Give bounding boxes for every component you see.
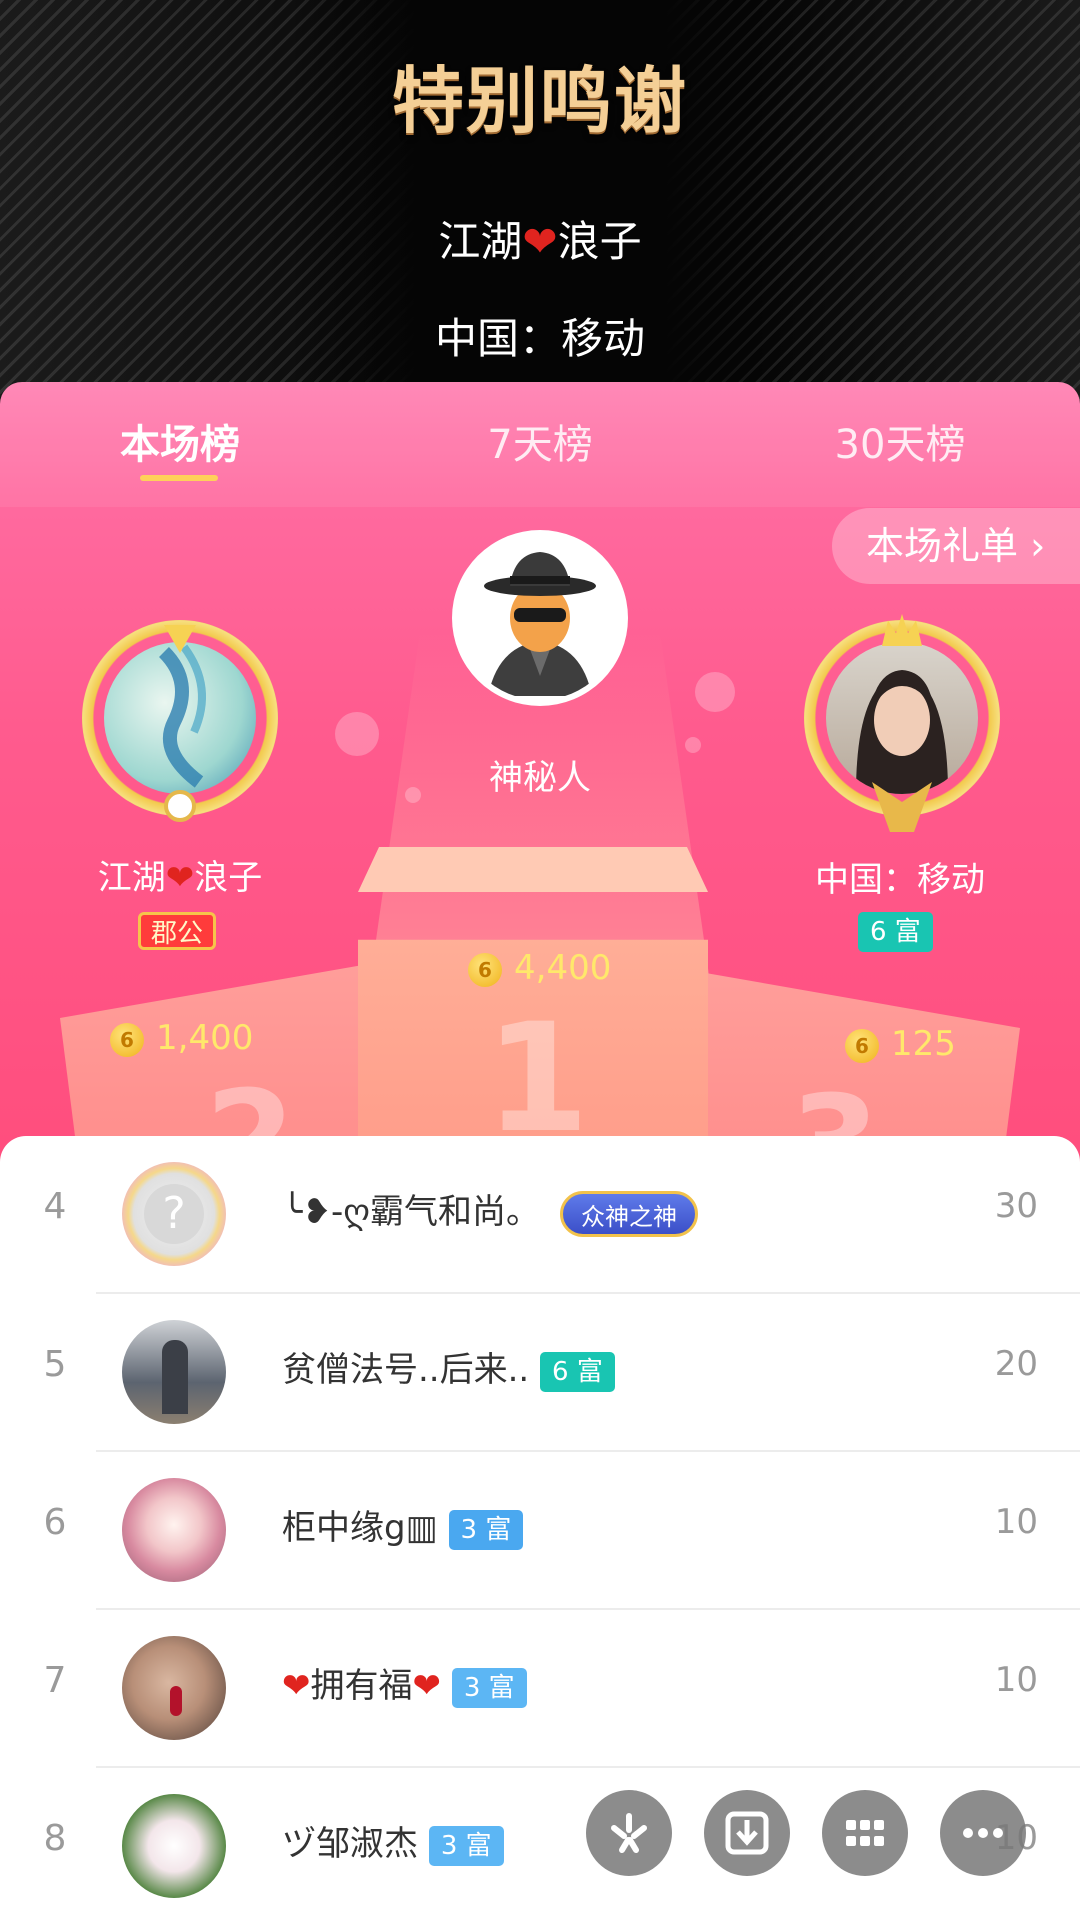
ranking-list: 4 ? ╰❥-ღ霸气和尚。 众神之神 30 5 贫僧法号..后来.. 6 富 20… <box>0 1136 1080 1920</box>
tab-30-days[interactable]: 30天榜 <box>750 412 1050 470</box>
decor-dot <box>695 672 735 712</box>
title-badge-jungong: 郡公 <box>138 912 217 950</box>
avatar-first[interactable] <box>452 530 628 706</box>
list-name: ❤拥有福❤ 3 富 <box>282 1658 527 1708</box>
download-icon <box>725 1811 769 1855</box>
list-item[interactable]: 6 柜中缘g▥ 3 富 10 <box>0 1452 1080 1610</box>
second-place-name: 江湖❤浪子 <box>30 850 330 899</box>
second-place-name-suffix: 浪子 <box>194 858 263 898</box>
list-item[interactable]: 7 ❤拥有福❤ 3 富 10 <box>0 1610 1080 1768</box>
third-place-name: 中国：移动 <box>815 860 985 900</box>
frame-gem-icon <box>164 790 196 822</box>
coin-icon: 6 <box>468 952 502 987</box>
avatar-earring <box>170 1686 182 1716</box>
list-name: 贫僧法号..后来.. 6 富 <box>282 1342 615 1392</box>
coin-icon: 6 <box>845 1028 879 1063</box>
god-badge: 众神之神 <box>559 1190 698 1237</box>
list-name-text: 拥有福 <box>310 1666 413 1706</box>
list-rank: 6 <box>43 1502 67 1543</box>
first-place-score: 6 4,400 <box>468 948 611 988</box>
avatar[interactable]: ? <box>122 1162 226 1266</box>
thanks-user-2: 中国：移动 <box>434 314 645 363</box>
list-name: ヅ邹淑杰 3 富 <box>282 1816 504 1866</box>
avatar-figure <box>162 1340 188 1414</box>
list-rank: 5 <box>43 1344 67 1385</box>
list-rank: 8 <box>43 1818 67 1859</box>
list-name-text: ╰❥-ღ霸气和尚。 <box>282 1192 540 1232</box>
wealth-badge: 3 富 <box>451 1667 527 1708</box>
gift-list-button[interactable]: 本场礼单 › <box>832 508 1080 584</box>
special-thanks-title: 特别鸣谢 <box>391 59 688 143</box>
third-place-score: 6 125 <box>845 1024 956 1064</box>
avatar[interactable] <box>122 1320 226 1424</box>
list-name: ╰❥-ღ霸气和尚。 众神之神 <box>282 1184 698 1237</box>
burst-icon <box>611 1813 647 1853</box>
second-place-name-prefix: 江湖 <box>97 858 166 898</box>
third-place-score-value: 125 <box>891 1024 956 1064</box>
header-banner: 特别鸣谢 江湖❤浪子 中国：移动 <box>0 0 1080 400</box>
active-tab-indicator <box>140 475 218 481</box>
list-item[interactable]: 4 ? ╰❥-ღ霸气和尚。 众神之神 30 <box>0 1136 1080 1294</box>
tab-bar: 本场榜 7天榜 30天榜 <box>0 382 1080 507</box>
list-amount: 10 <box>994 1502 1038 1542</box>
more-dots-icon <box>963 1828 1003 1838</box>
list-amount: 10 <box>994 1660 1038 1700</box>
more-button[interactable] <box>940 1790 1026 1876</box>
heart-icon: ❤ <box>412 1666 442 1706</box>
share-button[interactable] <box>586 1790 672 1876</box>
list-amount: 20 <box>994 1344 1038 1384</box>
heart-icon: ❤ <box>165 858 195 898</box>
first-place-name: 神秘人 <box>489 758 591 798</box>
thanks-user-1-prefix: 江湖 <box>438 217 523 266</box>
heart-icon: ❤ <box>282 1666 311 1706</box>
coin-icon: 6 <box>110 1022 144 1057</box>
list-item[interactable]: 5 贫僧法号..后来.. 6 富 20 <box>0 1294 1080 1452</box>
default-avatar-icon: ? <box>144 1184 204 1244</box>
tab-this-session[interactable]: 本场榜 <box>30 412 330 470</box>
list-name-text: 柜中缘g▥ <box>282 1508 438 1548</box>
list-name: 柜中缘g▥ 3 富 <box>282 1500 524 1550</box>
wealth-badge: 3 富 <box>428 1825 504 1866</box>
avatar[interactable] <box>122 1636 226 1740</box>
podium-first-top <box>358 847 708 892</box>
list-name-text: 贫僧法号..后来.. <box>282 1350 530 1390</box>
download-button[interactable] <box>704 1790 790 1876</box>
avatar[interactable] <box>122 1794 226 1898</box>
wealth-badge: 6 富 <box>858 912 933 952</box>
mystery-person-icon <box>458 536 622 700</box>
avatar[interactable] <box>122 1478 226 1582</box>
avatar-second-image <box>158 644 206 788</box>
list-item[interactable]: 8 ヅ邹淑杰 3 富 10 <box>0 1768 1080 1920</box>
list-rank: 7 <box>43 1660 67 1701</box>
avatar-third[interactable] <box>826 642 978 794</box>
grid-menu-button[interactable] <box>822 1790 908 1876</box>
avatar-second[interactable] <box>104 642 256 794</box>
avatar-third-image <box>856 670 948 794</box>
heart-icon: ❤ <box>522 217 558 266</box>
crown-icon <box>882 614 922 646</box>
list-rank: 4 <box>43 1186 67 1227</box>
second-place-score-value: 1,400 <box>156 1018 254 1058</box>
decor-dot <box>335 712 379 756</box>
list-name-text: ヅ邹淑杰 <box>282 1824 418 1864</box>
thanks-user-1: 江湖❤浪子 <box>0 208 1080 269</box>
wealth-badge: 6 富 <box>540 1351 615 1392</box>
tab-7-days[interactable]: 7天榜 <box>390 412 690 470</box>
thanks-user-1-suffix: 浪子 <box>557 217 642 266</box>
second-place-score: 6 1,400 <box>110 1018 253 1058</box>
wealth-badge: 3 富 <box>448 1509 524 1550</box>
grid-icon <box>846 1820 884 1846</box>
list-amount: 30 <box>994 1186 1038 1226</box>
first-place-score-value: 4,400 <box>514 948 612 988</box>
